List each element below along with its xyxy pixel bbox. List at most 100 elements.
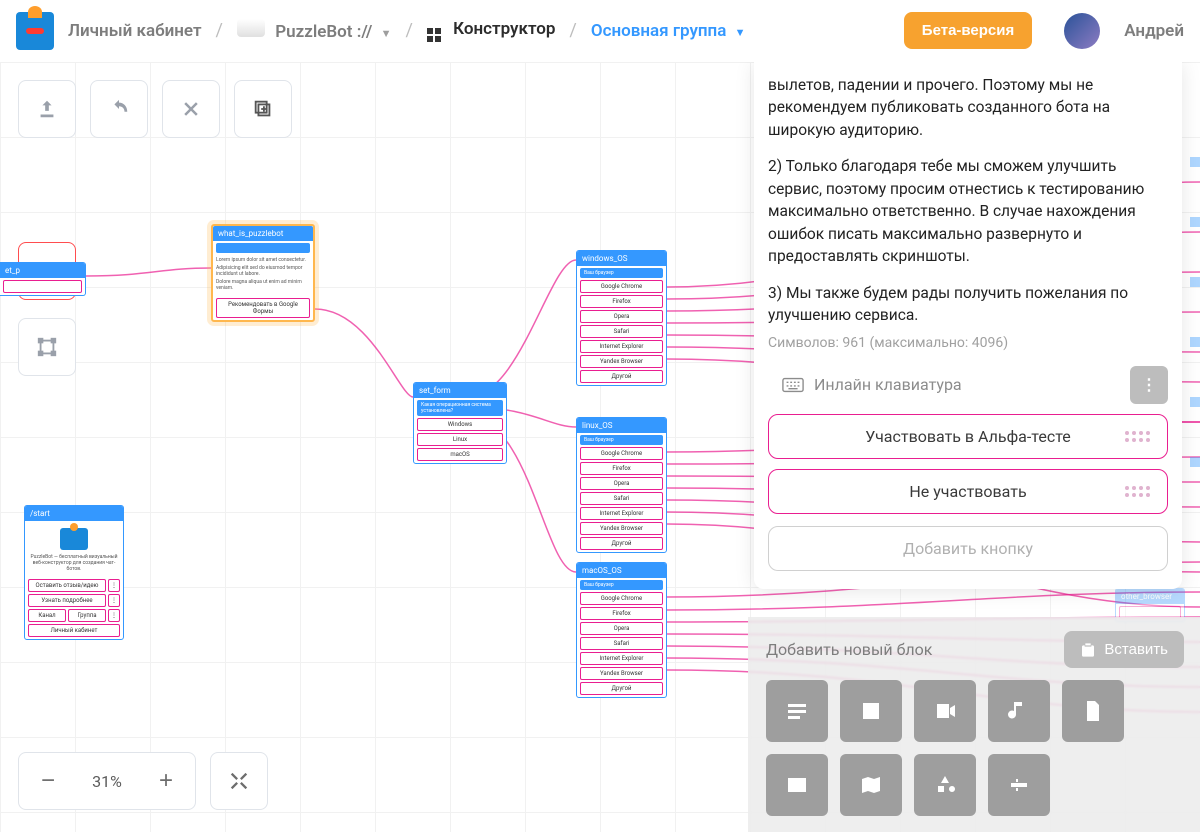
- node-button[interactable]: Рекомендовать в Google Формы: [216, 298, 310, 318]
- node-button[interactable]: macOS: [417, 448, 503, 461]
- node-button[interactable]: Другой: [580, 537, 663, 550]
- app-logo[interactable]: [16, 12, 54, 50]
- node-button[interactable]: Google Chrome: [580, 592, 663, 605]
- node-windows[interactable]: windows_OS Ваш браузер Google Chrome Fir…: [576, 250, 667, 386]
- palette-shapes[interactable]: [914, 754, 976, 816]
- node-button[interactable]: Internet Explorer: [580, 340, 663, 353]
- paste-button[interactable]: Вставить: [1064, 631, 1184, 668]
- node-button[interactable]: ⋮: [108, 579, 120, 592]
- node-button[interactable]: Личный кабинет: [28, 624, 120, 637]
- breadcrumb-group[interactable]: Основная группа ▼: [591, 21, 746, 41]
- node-button[interactable]: Firefox: [580, 607, 663, 620]
- node-button[interactable]: Firefox: [580, 462, 663, 475]
- ghost-node: [1190, 277, 1200, 287]
- node-cut[interactable]: et_p: [0, 262, 86, 296]
- node-button[interactable]: Оставить отзыв/идею: [28, 579, 106, 592]
- close-button[interactable]: [162, 80, 220, 138]
- user-avatar[interactable]: [1064, 13, 1100, 49]
- node-macos[interactable]: macOS_OS Ваш браузер Google Chrome Firef…: [576, 562, 667, 698]
- node-start[interactable]: /start PuzzleBot — бесплатный визуальный…: [24, 505, 124, 640]
- node-button[interactable]: Windows: [417, 418, 503, 431]
- node-button[interactable]: Yandex Browser: [580, 667, 663, 680]
- chevron-down-icon: ▼: [381, 27, 392, 40]
- node-header: linux_OS: [577, 418, 666, 433]
- palette-form[interactable]: [988, 754, 1050, 816]
- sub-header: Ваш браузер: [580, 268, 663, 278]
- inline-button-2[interactable]: Не участвовать: [768, 469, 1168, 514]
- node-button[interactable]: Группа: [68, 609, 106, 622]
- frame-button[interactable]: [18, 318, 76, 376]
- node-button[interactable]: Google Chrome: [580, 280, 663, 293]
- beta-button[interactable]: Бета-версия: [904, 12, 1032, 49]
- canvas-toolbar: [18, 80, 292, 138]
- node-button[interactable]: Safari: [580, 492, 663, 505]
- node-button[interactable]: Opera: [580, 477, 663, 490]
- palette-image[interactable]: [840, 680, 902, 742]
- node-button[interactable]: Firefox: [580, 295, 663, 308]
- node-button[interactable]: Yandex Browser: [580, 522, 663, 535]
- node-header: et_p: [0, 263, 85, 278]
- editor-panel: вылетов, падении и прочего. Поэтому мы н…: [754, 62, 1182, 589]
- node-button[interactable]: Google Chrome: [580, 447, 663, 460]
- breadcrumb-constructor[interactable]: Конструктор: [427, 19, 556, 42]
- node-button[interactable]: ⋮: [108, 609, 120, 622]
- palette-video[interactable]: [914, 680, 976, 742]
- sub-header: Ваш браузер: [580, 580, 663, 590]
- node-what-is[interactable]: what_is_puzzlebot Lorem ipsum dolor sit …: [211, 224, 315, 322]
- grid-icon: [427, 28, 443, 42]
- node-button[interactable]: ⋮: [108, 594, 120, 607]
- node-button[interactable]: Узнать подробнее: [28, 594, 106, 607]
- sub-header: Ваш браузер: [580, 435, 663, 445]
- palette-audio[interactable]: [988, 680, 1050, 742]
- paragraph: вылетов, падении и прочего. Поэтому мы н…: [768, 74, 1168, 141]
- upload-button[interactable]: [18, 80, 76, 138]
- node-button[interactable]: Opera: [580, 310, 663, 323]
- button-label: Участвовать в Альфа-тесте: [865, 427, 1071, 446]
- palette-file[interactable]: [1062, 680, 1124, 742]
- node-button[interactable]: Канал: [28, 609, 66, 622]
- paste-label: Вставить: [1104, 641, 1168, 658]
- node-button[interactable]: Safari: [580, 325, 663, 338]
- duplicate-button[interactable]: [234, 80, 292, 138]
- palette-contact[interactable]: [766, 754, 828, 816]
- drag-handle-icon[interactable]: [1125, 431, 1157, 442]
- zoom-out-button[interactable]: −: [19, 753, 77, 809]
- breadcrumb-bot[interactable]: PuzzleBot :// ▼: [237, 19, 391, 42]
- node-button[interactable]: Yandex Browser: [580, 355, 663, 368]
- undo-button[interactable]: [90, 80, 148, 138]
- node-header: set_form: [414, 383, 506, 398]
- breadcrumb-home[interactable]: Личный кабинет: [68, 21, 202, 41]
- breadcrumb-separator: /: [216, 20, 223, 41]
- fullscreen-button[interactable]: [210, 752, 268, 810]
- zoom-controls: − 31% +: [18, 752, 268, 810]
- canvas[interactable]: − 31% +: [0, 62, 1200, 832]
- keyboard-type-select[interactable]: Инлайн клавиатура: [768, 365, 1118, 404]
- zoom-in-button[interactable]: +: [137, 753, 195, 809]
- node-button[interactable]: Другой: [580, 682, 663, 695]
- more-button[interactable]: ⋮: [1130, 366, 1168, 404]
- node-set-form[interactable]: set_form Какая операционная система уста…: [413, 382, 507, 464]
- drag-handle-icon[interactable]: [1125, 486, 1157, 497]
- add-button[interactable]: Добавить кнопку: [768, 526, 1168, 571]
- node-button[interactable]: Internet Explorer: [580, 507, 663, 520]
- node-button[interactable]: [3, 280, 82, 293]
- node-button[interactable]: Opera: [580, 622, 663, 635]
- button-label: Не участвовать: [909, 482, 1026, 501]
- node-button[interactable]: Safari: [580, 637, 663, 650]
- palette-text[interactable]: [766, 680, 828, 742]
- node-button[interactable]: Linux: [417, 433, 503, 446]
- paragraph: 3) Мы также будем рады получить пожелани…: [768, 282, 1168, 327]
- node-linux[interactable]: linux_OS Ваш браузер Google Chrome Firef…: [576, 417, 667, 553]
- ghost-node: [1190, 457, 1200, 467]
- breadcrumb-constructor-label: Конструктор: [453, 19, 555, 39]
- node-button[interactable]: Другой: [580, 370, 663, 383]
- palette-grid: [766, 680, 1184, 816]
- ghost-node: [1190, 337, 1200, 347]
- node-button[interactable]: Internet Explorer: [580, 652, 663, 665]
- message-text[interactable]: вылетов, падении и прочего. Поэтому мы н…: [768, 74, 1168, 329]
- ghost-node: [1190, 157, 1200, 167]
- palette-location[interactable]: [840, 754, 902, 816]
- sub-header: [216, 243, 310, 253]
- inline-button-1[interactable]: Участвовать в Альфа-тесте: [768, 414, 1168, 459]
- ghost-node: [1190, 397, 1200, 407]
